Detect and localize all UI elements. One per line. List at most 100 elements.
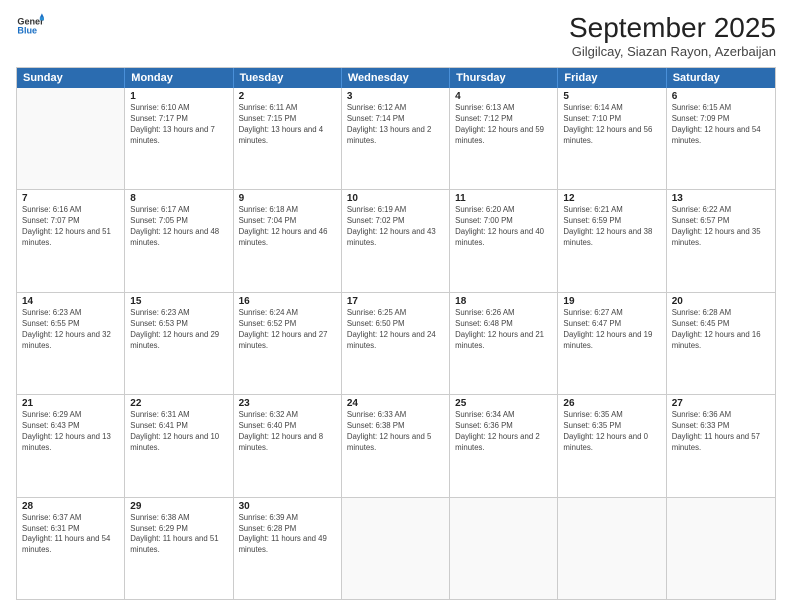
cell-info: Sunrise: 6:28 AMSunset: 6:45 PMDaylight:… xyxy=(672,308,770,352)
date-number: 17 xyxy=(347,296,444,307)
day-cell-26: 26Sunrise: 6:35 AMSunset: 6:35 PMDayligh… xyxy=(558,395,666,496)
date-number: 6 xyxy=(672,91,770,102)
week-row-2: 7Sunrise: 6:16 AMSunset: 7:07 PMDaylight… xyxy=(17,190,775,292)
weekday-header-sunday: Sunday xyxy=(17,68,125,88)
cell-info: Sunrise: 6:19 AMSunset: 7:02 PMDaylight:… xyxy=(347,205,444,249)
date-number: 28 xyxy=(22,501,119,512)
cell-info: Sunrise: 6:18 AMSunset: 7:04 PMDaylight:… xyxy=(239,205,336,249)
date-number: 10 xyxy=(347,193,444,204)
day-cell-4: 4Sunrise: 6:13 AMSunset: 7:12 PMDaylight… xyxy=(450,88,558,189)
cell-info: Sunrise: 6:13 AMSunset: 7:12 PMDaylight:… xyxy=(455,103,552,147)
cell-info: Sunrise: 6:16 AMSunset: 7:07 PMDaylight:… xyxy=(22,205,119,249)
cell-info: Sunrise: 6:15 AMSunset: 7:09 PMDaylight:… xyxy=(672,103,770,147)
week-row-3: 14Sunrise: 6:23 AMSunset: 6:55 PMDayligh… xyxy=(17,293,775,395)
cell-info: Sunrise: 6:31 AMSunset: 6:41 PMDaylight:… xyxy=(130,410,227,454)
date-number: 15 xyxy=(130,296,227,307)
day-cell-30: 30Sunrise: 6:39 AMSunset: 6:28 PMDayligh… xyxy=(234,498,342,599)
week-row-4: 21Sunrise: 6:29 AMSunset: 6:43 PMDayligh… xyxy=(17,395,775,497)
date-number: 8 xyxy=(130,193,227,204)
date-number: 26 xyxy=(563,398,660,409)
day-cell-6: 6Sunrise: 6:15 AMSunset: 7:09 PMDaylight… xyxy=(667,88,775,189)
weekday-header-saturday: Saturday xyxy=(667,68,775,88)
date-number: 25 xyxy=(455,398,552,409)
date-number: 29 xyxy=(130,501,227,512)
weekday-header-monday: Monday xyxy=(125,68,233,88)
day-cell-21: 21Sunrise: 6:29 AMSunset: 6:43 PMDayligh… xyxy=(17,395,125,496)
day-cell-22: 22Sunrise: 6:31 AMSunset: 6:41 PMDayligh… xyxy=(125,395,233,496)
date-number: 30 xyxy=(239,501,336,512)
weekday-header-thursday: Thursday xyxy=(450,68,558,88)
day-cell-2: 2Sunrise: 6:11 AMSunset: 7:15 PMDaylight… xyxy=(234,88,342,189)
month-title: September 2025 xyxy=(569,12,776,44)
cell-info: Sunrise: 6:22 AMSunset: 6:57 PMDaylight:… xyxy=(672,205,770,249)
cell-info: Sunrise: 6:38 AMSunset: 6:29 PMDaylight:… xyxy=(130,513,227,557)
day-cell-24: 24Sunrise: 6:33 AMSunset: 6:38 PMDayligh… xyxy=(342,395,450,496)
date-number: 13 xyxy=(672,193,770,204)
cell-info: Sunrise: 6:36 AMSunset: 6:33 PMDaylight:… xyxy=(672,410,770,454)
day-cell-27: 27Sunrise: 6:36 AMSunset: 6:33 PMDayligh… xyxy=(667,395,775,496)
day-cell-9: 9Sunrise: 6:18 AMSunset: 7:04 PMDaylight… xyxy=(234,190,342,291)
day-cell-7: 7Sunrise: 6:16 AMSunset: 7:07 PMDaylight… xyxy=(17,190,125,291)
day-cell-11: 11Sunrise: 6:20 AMSunset: 7:00 PMDayligh… xyxy=(450,190,558,291)
cell-info: Sunrise: 6:29 AMSunset: 6:43 PMDaylight:… xyxy=(22,410,119,454)
date-number: 22 xyxy=(130,398,227,409)
empty-cell xyxy=(667,498,775,599)
date-number: 11 xyxy=(455,193,552,204)
cell-info: Sunrise: 6:11 AMSunset: 7:15 PMDaylight:… xyxy=(239,103,336,147)
day-cell-15: 15Sunrise: 6:23 AMSunset: 6:53 PMDayligh… xyxy=(125,293,233,394)
weekday-header-wednesday: Wednesday xyxy=(342,68,450,88)
day-cell-28: 28Sunrise: 6:37 AMSunset: 6:31 PMDayligh… xyxy=(17,498,125,599)
date-number: 16 xyxy=(239,296,336,307)
cell-info: Sunrise: 6:35 AMSunset: 6:35 PMDaylight:… xyxy=(563,410,660,454)
date-number: 7 xyxy=(22,193,119,204)
date-number: 18 xyxy=(455,296,552,307)
logo: General Blue xyxy=(16,12,44,40)
day-cell-10: 10Sunrise: 6:19 AMSunset: 7:02 PMDayligh… xyxy=(342,190,450,291)
day-cell-16: 16Sunrise: 6:24 AMSunset: 6:52 PMDayligh… xyxy=(234,293,342,394)
day-cell-23: 23Sunrise: 6:32 AMSunset: 6:40 PMDayligh… xyxy=(234,395,342,496)
cell-info: Sunrise: 6:33 AMSunset: 6:38 PMDaylight:… xyxy=(347,410,444,454)
cell-info: Sunrise: 6:34 AMSunset: 6:36 PMDaylight:… xyxy=(455,410,552,454)
calendar-header: SundayMondayTuesdayWednesdayThursdayFrid… xyxy=(17,68,775,88)
day-cell-14: 14Sunrise: 6:23 AMSunset: 6:55 PMDayligh… xyxy=(17,293,125,394)
date-number: 20 xyxy=(672,296,770,307)
cell-info: Sunrise: 6:17 AMSunset: 7:05 PMDaylight:… xyxy=(130,205,227,249)
week-row-5: 28Sunrise: 6:37 AMSunset: 6:31 PMDayligh… xyxy=(17,498,775,599)
cell-info: Sunrise: 6:20 AMSunset: 7:00 PMDaylight:… xyxy=(455,205,552,249)
day-cell-29: 29Sunrise: 6:38 AMSunset: 6:29 PMDayligh… xyxy=(125,498,233,599)
page-header: General Blue September 2025 Gilgilcay, S… xyxy=(16,12,776,59)
date-number: 3 xyxy=(347,91,444,102)
empty-cell xyxy=(17,88,125,189)
weekday-header-friday: Friday xyxy=(558,68,666,88)
weekday-header-tuesday: Tuesday xyxy=(234,68,342,88)
logo-icon: General Blue xyxy=(16,12,44,40)
day-cell-8: 8Sunrise: 6:17 AMSunset: 7:05 PMDaylight… xyxy=(125,190,233,291)
cell-info: Sunrise: 6:23 AMSunset: 6:53 PMDaylight:… xyxy=(130,308,227,352)
cell-info: Sunrise: 6:23 AMSunset: 6:55 PMDaylight:… xyxy=(22,308,119,352)
day-cell-13: 13Sunrise: 6:22 AMSunset: 6:57 PMDayligh… xyxy=(667,190,775,291)
calendar: SundayMondayTuesdayWednesdayThursdayFrid… xyxy=(16,67,776,600)
day-cell-12: 12Sunrise: 6:21 AMSunset: 6:59 PMDayligh… xyxy=(558,190,666,291)
cell-info: Sunrise: 6:21 AMSunset: 6:59 PMDaylight:… xyxy=(563,205,660,249)
cell-info: Sunrise: 6:26 AMSunset: 6:48 PMDaylight:… xyxy=(455,308,552,352)
empty-cell xyxy=(342,498,450,599)
cell-info: Sunrise: 6:39 AMSunset: 6:28 PMDaylight:… xyxy=(239,513,336,557)
day-cell-3: 3Sunrise: 6:12 AMSunset: 7:14 PMDaylight… xyxy=(342,88,450,189)
date-number: 5 xyxy=(563,91,660,102)
day-cell-19: 19Sunrise: 6:27 AMSunset: 6:47 PMDayligh… xyxy=(558,293,666,394)
svg-text:Blue: Blue xyxy=(17,26,37,36)
date-number: 4 xyxy=(455,91,552,102)
date-number: 24 xyxy=(347,398,444,409)
date-number: 2 xyxy=(239,91,336,102)
date-number: 14 xyxy=(22,296,119,307)
cell-info: Sunrise: 6:12 AMSunset: 7:14 PMDaylight:… xyxy=(347,103,444,147)
cell-info: Sunrise: 6:27 AMSunset: 6:47 PMDaylight:… xyxy=(563,308,660,352)
date-number: 23 xyxy=(239,398,336,409)
empty-cell xyxy=(450,498,558,599)
date-number: 21 xyxy=(22,398,119,409)
location-subtitle: Gilgilcay, Siazan Rayon, Azerbaijan xyxy=(569,44,776,59)
cell-info: Sunrise: 6:37 AMSunset: 6:31 PMDaylight:… xyxy=(22,513,119,557)
day-cell-1: 1Sunrise: 6:10 AMSunset: 7:17 PMDaylight… xyxy=(125,88,233,189)
cell-info: Sunrise: 6:10 AMSunset: 7:17 PMDaylight:… xyxy=(130,103,227,147)
day-cell-20: 20Sunrise: 6:28 AMSunset: 6:45 PMDayligh… xyxy=(667,293,775,394)
